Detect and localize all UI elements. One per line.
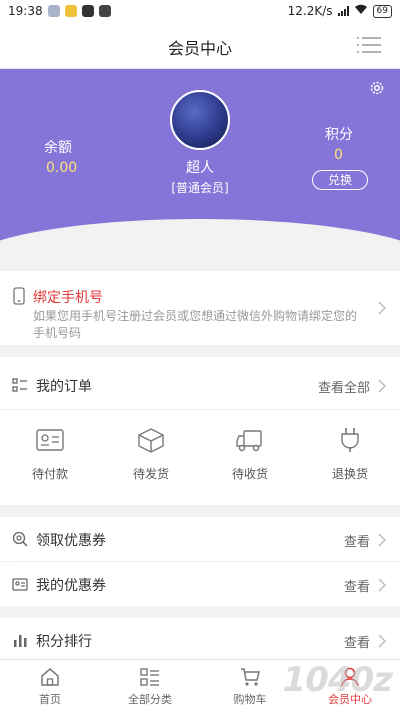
status-bar-left: 19:38 bbox=[8, 4, 111, 18]
profile-header: 超人 [普通会员] 余额 0.00 积分 0 兑换 bbox=[0, 69, 400, 259]
nav-home[interactable]: 首页 bbox=[0, 660, 100, 712]
claim-coupons-row[interactable]: 领取优惠券 查看 bbox=[0, 517, 400, 561]
cart-icon bbox=[239, 666, 261, 688]
order-status-label: 待发货 bbox=[132, 467, 169, 481]
order-list-icon bbox=[12, 377, 28, 393]
battery-indicator: 69 bbox=[372, 4, 392, 18]
chevron-right-icon bbox=[378, 533, 386, 547]
home-icon bbox=[39, 666, 61, 688]
bind-phone-title: 绑定手机号 bbox=[33, 290, 103, 306]
id-card-icon bbox=[12, 576, 28, 592]
order-status-pending-payment[interactable]: 待付款 bbox=[10, 427, 90, 487]
page-title: 会员中心 bbox=[167, 39, 232, 58]
row-title: 我的优惠券 bbox=[36, 578, 106, 594]
row-title: 积分排行 bbox=[36, 634, 92, 650]
bar-chart-icon bbox=[12, 632, 28, 648]
watermark-logo: 1040z bbox=[282, 660, 393, 700]
order-status-label: 待收货 bbox=[231, 467, 268, 481]
points-value[interactable]: 0 bbox=[334, 147, 343, 163]
plug-return-icon bbox=[335, 427, 365, 453]
wifi-icon bbox=[354, 4, 368, 18]
bind-phone-description: 如果您用手机号注册过会员或您想通过微信外购物请绑定您的手机号码 bbox=[33, 309, 358, 340]
avatar[interactable] bbox=[170, 90, 230, 150]
exchange-button[interactable]: 兑换 bbox=[312, 170, 368, 190]
chevron-right-icon bbox=[378, 634, 386, 648]
bind-phone-banner[interactable]: 绑定手机号 如果您用手机号注册过会员或您想通过微信外购物请绑定您的手机号码 bbox=[0, 271, 400, 345]
category-list-icon bbox=[139, 666, 161, 688]
chevron-right-icon bbox=[378, 379, 386, 393]
package-box-icon bbox=[136, 427, 166, 453]
row-action[interactable]: 查看 bbox=[344, 632, 370, 651]
view-all-orders-link[interactable]: 查看全部 bbox=[318, 377, 370, 396]
balance-label: 余额 bbox=[44, 140, 72, 156]
row-action[interactable]: 查看 bbox=[344, 531, 370, 550]
gear-icon[interactable] bbox=[368, 79, 386, 97]
balance-value[interactable]: 0.00 bbox=[46, 160, 77, 176]
notification-app-icon bbox=[81, 5, 94, 17]
nav-label: 首页 bbox=[39, 693, 61, 706]
my-coupons-row[interactable]: 我的优惠券 查看 bbox=[0, 562, 400, 606]
network-speed: 12.2K/s bbox=[287, 4, 333, 18]
list-menu-icon[interactable] bbox=[356, 35, 382, 55]
order-status-label: 退换货 bbox=[331, 467, 368, 481]
order-status-pending-shipment[interactable]: 待发货 bbox=[111, 427, 191, 487]
title-bar: 会员中心 bbox=[0, 22, 400, 69]
download-icon bbox=[98, 5, 111, 17]
header-wave-decoration bbox=[0, 219, 400, 259]
orders-title: 我的订单 bbox=[36, 379, 92, 395]
delivery-truck-icon bbox=[235, 427, 265, 453]
row-title: 领取优惠券 bbox=[36, 533, 106, 549]
orders-card: 我的订单 查看全部 待付款 待发货 待收货 退换货 bbox=[0, 357, 400, 505]
wallet-card-icon bbox=[35, 427, 65, 453]
points-ranking-row[interactable]: 积分排行 查看 bbox=[0, 618, 400, 662]
chevron-right-icon bbox=[378, 301, 386, 315]
points-label: 积分 bbox=[325, 127, 353, 143]
phone-icon bbox=[13, 287, 25, 305]
nav-label: 全部分类 bbox=[128, 693, 172, 706]
order-status-return[interactable]: 退换货 bbox=[310, 427, 390, 487]
chevron-right-icon bbox=[378, 578, 386, 592]
status-bar-right: 12.2K/s 69 bbox=[288, 4, 392, 18]
coupon-search-icon bbox=[12, 531, 28, 547]
order-status-label: 待付款 bbox=[31, 467, 68, 481]
nav-categories[interactable]: 全部分类 bbox=[100, 660, 200, 712]
order-status-pending-receipt[interactable]: 待收货 bbox=[210, 427, 290, 487]
signal-icon bbox=[337, 6, 349, 16]
status-time: 19:38 bbox=[8, 4, 43, 18]
row-action[interactable]: 查看 bbox=[344, 576, 370, 595]
notification-app-icon bbox=[47, 5, 60, 17]
notification-app-icon bbox=[64, 5, 77, 17]
status-bar: 19:38 12.2K/s 69 bbox=[0, 0, 400, 22]
divider bbox=[0, 409, 400, 410]
